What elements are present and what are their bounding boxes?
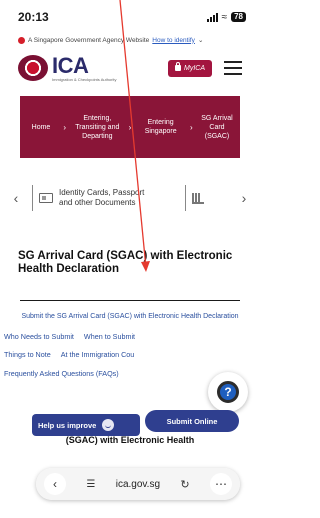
question-mark-icon: ? bbox=[217, 381, 239, 403]
ica-crest-icon bbox=[18, 55, 48, 81]
browser-toolbar: ‹ ☰ ica.gov.sg ↻ ⋯ bbox=[36, 468, 240, 500]
page-title: SG Arrival Card (SGAC) with Electronic H… bbox=[18, 250, 233, 275]
tabs-icon[interactable]: ☰ bbox=[86, 479, 95, 490]
chevron-right-icon: › bbox=[63, 122, 66, 132]
chevron-right-icon: › bbox=[128, 122, 132, 132]
submit-online-button[interactable]: Submit Online bbox=[145, 410, 239, 432]
link-when-to-submit[interactable]: When to Submit bbox=[84, 333, 135, 341]
section-links-row: Who Needs to Submit When to Submit bbox=[0, 333, 260, 341]
status-indicators: ≈ 78 bbox=[206, 11, 246, 23]
lock-icon bbox=[175, 62, 181, 71]
menu-icon[interactable] bbox=[224, 61, 242, 75]
section-heading: (SGAC) with Electronic Health bbox=[65, 435, 195, 445]
signal-icon bbox=[206, 12, 218, 22]
chat-assistant-button[interactable]: ? bbox=[208, 372, 248, 412]
gov-banner-text: A Singapore Government Agency Website bbox=[28, 36, 150, 44]
header-actions: MyICA bbox=[168, 59, 242, 77]
breadcrumb-entering-singapore[interactable]: Entering Singapore bbox=[139, 118, 183, 136]
address-bar[interactable]: ica.gov.sg bbox=[116, 479, 160, 490]
back-icon[interactable]: ‹ bbox=[44, 473, 66, 495]
link-at-immigration-counter[interactable]: At the Immigration Cou bbox=[61, 351, 135, 359]
battery-icon: 78 bbox=[231, 12, 246, 22]
link-things-to-note[interactable]: Things to Note bbox=[4, 351, 51, 359]
smiley-icon bbox=[102, 419, 115, 431]
more-options-icon[interactable]: ⋯ bbox=[209, 473, 232, 495]
logo-subtext: Immigration & Checkpoints Authority bbox=[52, 76, 117, 82]
breadcrumb: Home › Entering, Transiting and Departin… bbox=[20, 96, 240, 158]
divider bbox=[20, 300, 240, 301]
myica-label: MyICA bbox=[184, 64, 205, 72]
status-time: 20:13 bbox=[18, 10, 49, 24]
id-card-icon bbox=[39, 193, 53, 203]
help-us-improve-label: Help us improve bbox=[38, 420, 97, 430]
reload-icon[interactable]: ↻ bbox=[180, 478, 189, 491]
category-carousel: ‹ Identity Cards, Passport and other Doc… bbox=[0, 172, 260, 224]
carousel-next-icon[interactable]: › bbox=[236, 190, 252, 206]
status-bar: 20:13 ≈ 78 bbox=[0, 0, 260, 34]
breadcrumb-home[interactable]: Home bbox=[26, 123, 56, 132]
breadcrumb-entering-transiting-departing[interactable]: Entering, Transiting and Departing bbox=[73, 114, 121, 141]
wifi-icon: ≈ bbox=[221, 11, 228, 23]
chevron-right-icon: › bbox=[189, 122, 193, 132]
logo-text: ICA bbox=[52, 52, 89, 78]
myica-button[interactable]: MyICA bbox=[168, 59, 212, 77]
link-submit-sgac[interactable]: Submit the SG Arrival Card (SGAC) with E… bbox=[0, 313, 260, 321]
section-links-row: Things to Note At the Immigration Cou bbox=[0, 351, 260, 359]
breadcrumb-sgac[interactable]: SG Arrival Card (SGAC) bbox=[200, 114, 234, 141]
link-who-needs-to-submit[interactable]: Who Needs to Submit bbox=[4, 333, 74, 341]
identify-link[interactable]: How to identify bbox=[152, 37, 195, 44]
lion-head-icon bbox=[18, 36, 25, 44]
carousel-item[interactable]: Identity Cards, Passport and other Docum… bbox=[24, 185, 236, 211]
gov-banner: A Singapore Government Agency Website Ho… bbox=[0, 34, 260, 46]
carousel-item-label: Identity Cards, Passport and other Docum… bbox=[59, 188, 145, 207]
chevron-down-icon[interactable]: ⌄ bbox=[198, 36, 203, 44]
help-us-improve-button[interactable]: Help us improve bbox=[32, 414, 140, 436]
building-icon bbox=[192, 192, 204, 204]
ica-logo[interactable]: ICA Immigration & Checkpoints Authority bbox=[18, 52, 117, 82]
site-header: ICA Immigration & Checkpoints Authority … bbox=[0, 46, 260, 90]
carousel-prev-icon[interactable]: ‹ bbox=[8, 190, 24, 206]
